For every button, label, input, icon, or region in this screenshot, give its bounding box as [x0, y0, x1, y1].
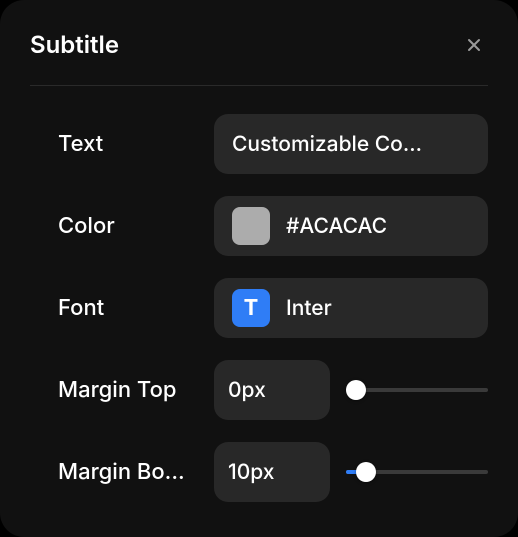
label-color: Color: [58, 213, 198, 239]
close-icon: [464, 35, 484, 55]
subtitle-panel: Subtitle Text Customizable Co... Color #…: [0, 0, 518, 537]
row-margin-bottom: Margin Bo... 10px: [58, 442, 488, 502]
margin-top-input[interactable]: 0px: [214, 360, 330, 420]
panel-title: Subtitle: [30, 30, 119, 59]
slider-thumb[interactable]: [346, 380, 366, 400]
font-input[interactable]: T Inter: [214, 278, 488, 338]
label-text: Text: [58, 131, 198, 157]
close-button[interactable]: [460, 31, 488, 59]
font-icon: T: [232, 289, 270, 327]
color-input[interactable]: #ACACAC: [214, 196, 488, 256]
margin-bottom-slider-wrap: [346, 462, 488, 482]
margin-bottom-input[interactable]: 10px: [214, 442, 330, 502]
panel-rows: Text Customizable Co... Color #ACACAC Fo…: [30, 114, 488, 502]
font-value: Inter: [286, 296, 470, 321]
margin-bottom-slider[interactable]: [346, 462, 488, 482]
row-text: Text Customizable Co...: [58, 114, 488, 174]
label-margin-bottom: Margin Bo...: [58, 459, 198, 485]
color-value: #ACACAC: [286, 214, 470, 239]
color-swatch[interactable]: [232, 207, 270, 245]
label-font: Font: [58, 295, 198, 321]
margin-top-slider-wrap: [346, 380, 488, 400]
margin-bottom-value: 10px: [228, 460, 314, 485]
panel-header: Subtitle: [30, 30, 488, 86]
row-font: Font T Inter: [58, 278, 488, 338]
slider-track: [346, 388, 488, 392]
text-input[interactable]: Customizable Co...: [214, 114, 488, 174]
row-color: Color #ACACAC: [58, 196, 488, 256]
text-value: Customizable Co...: [232, 132, 470, 157]
margin-top-slider[interactable]: [346, 380, 488, 400]
margin-top-value: 0px: [228, 378, 314, 403]
slider-thumb[interactable]: [356, 462, 376, 482]
row-margin-top: Margin Top 0px: [58, 360, 488, 420]
label-margin-top: Margin Top: [58, 377, 198, 403]
